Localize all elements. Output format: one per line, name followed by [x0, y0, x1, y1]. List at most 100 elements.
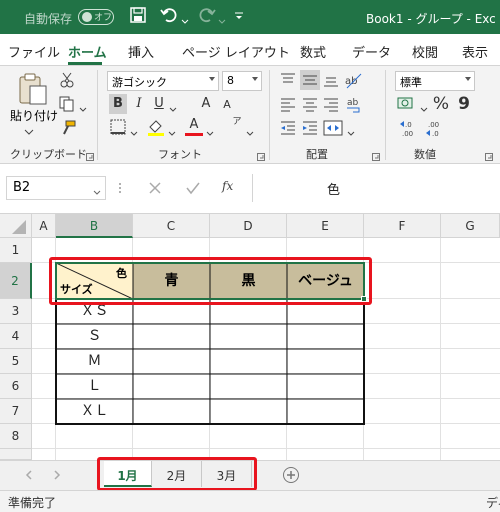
align-middle-icon[interactable] — [300, 70, 320, 90]
font-launcher-icon[interactable] — [257, 150, 265, 161]
group-separator — [269, 70, 270, 160]
group-separator — [97, 70, 98, 160]
alignment-launcher-icon[interactable] — [372, 150, 380, 161]
align-right-icon[interactable] — [322, 96, 340, 112]
decrease-indent-icon[interactable] — [279, 120, 297, 136]
increase-indent-icon[interactable] — [301, 120, 319, 136]
table-borders — [55, 262, 365, 425]
font-color-button[interactable]: A — [186, 117, 202, 133]
clipboard-launcher-icon[interactable] — [86, 150, 94, 161]
increase-decimal-icon[interactable]: .0.00 — [398, 119, 420, 138]
fill-handle[interactable] — [361, 296, 367, 302]
phonetic-button[interactable]: ア — [230, 118, 244, 136]
align-top-icon[interactable] — [279, 72, 297, 88]
enter-icon[interactable] — [186, 181, 200, 195]
svg-text:.0: .0 — [405, 121, 412, 129]
svg-text:ab: ab — [345, 76, 357, 87]
autosave-toggle[interactable]: オフ — [78, 9, 114, 25]
tab-formulas[interactable]: 数式 — [300, 42, 326, 61]
scroll-right-icon[interactable] — [52, 469, 62, 481]
align-center-icon[interactable] — [301, 96, 319, 112]
scroll-left-icon[interactable] — [24, 469, 34, 481]
font-size-combo[interactable]: 8 — [222, 71, 262, 91]
formula-bar-grip-icon — [118, 180, 122, 196]
tab-data[interactable]: データ — [352, 42, 391, 61]
paste-dropdown-icon[interactable] — [24, 124, 34, 135]
window-title: Book1 - グループ - Exc — [366, 12, 496, 26]
accounting-dropdown-icon[interactable] — [420, 102, 428, 112]
tab-file[interactable]: ファイル — [8, 42, 60, 61]
align-bottom-icon[interactable] — [322, 72, 340, 88]
customize-toolbar-icon[interactable] — [234, 10, 244, 20]
italic-button[interactable]: I — [131, 94, 147, 114]
tab-home[interactable]: ホーム — [68, 42, 107, 61]
font-color-dropdown-icon[interactable] — [206, 126, 214, 136]
status-ready: 準備完了 — [8, 496, 57, 510]
undo-dropdown-icon[interactable] — [181, 14, 189, 24]
borders-icon[interactable] — [110, 119, 126, 135]
name-box-value: B2 — [13, 180, 31, 195]
formula-input[interactable]: 色 — [252, 174, 500, 202]
chevron-down-icon — [252, 77, 258, 81]
number-launcher-icon[interactable] — [485, 150, 493, 161]
grow-font-button[interactable]: A — [198, 94, 214, 114]
fill-color-icon[interactable] — [147, 118, 165, 136]
name-box[interactable]: B2 — [6, 176, 106, 200]
font-size-value: 8 — [227, 74, 234, 87]
status-right: ディ — [486, 496, 500, 510]
tab-review[interactable]: 校閲 — [412, 42, 438, 61]
number-group-label: 数値 — [414, 148, 436, 161]
alignment-group-label: 配置 — [306, 148, 328, 161]
fill-color-dropdown-icon[interactable] — [168, 126, 176, 136]
merge-dropdown-icon[interactable] — [347, 126, 355, 136]
worksheet-grid[interactable]: A B C D E F G 1 2 3 4 5 6 7 8 色 サイズ 青 黒 … — [0, 214, 500, 460]
tab-view[interactable]: 表示 — [462, 42, 488, 61]
toggle-knob — [82, 12, 92, 22]
cut-icon[interactable] — [60, 72, 74, 88]
paste-icon[interactable] — [16, 72, 48, 106]
undo-icon[interactable] — [160, 6, 178, 24]
font-group-label: フォント — [158, 148, 202, 161]
paste-label[interactable]: 貼り付け — [10, 107, 58, 124]
svg-text:ab: ab — [347, 98, 359, 108]
selection-outline — [55, 262, 365, 300]
merge-center-icon[interactable] — [322, 118, 344, 138]
comma-style-button[interactable]: 9 — [456, 94, 472, 114]
group-separator — [385, 70, 386, 160]
cancel-icon[interactable] — [148, 181, 162, 195]
underline-dropdown-icon[interactable] — [169, 102, 177, 112]
tab-insert[interactable]: 挿入 — [128, 42, 154, 61]
redo-icon[interactable] — [198, 6, 216, 24]
tab-page-layout[interactable]: ページ レイアウト — [182, 42, 290, 61]
chevron-down-icon — [93, 185, 101, 195]
font-name-combo[interactable]: 游ゴシック — [107, 71, 219, 91]
wrap-text-icon[interactable]: ab — [343, 94, 365, 114]
bold-button[interactable]: B — [109, 94, 127, 114]
ribbon: 貼り付け クリップボード 游ゴシック 8 B I U A A A ア フォント … — [0, 66, 500, 164]
orientation-icon[interactable]: ab — [343, 70, 365, 90]
underline-button[interactable]: U — [151, 94, 167, 114]
decrease-decimal-icon[interactable]: .00.0 — [424, 119, 446, 138]
insert-function-button[interactable]: fx — [222, 179, 233, 193]
tab-home-underline — [68, 62, 102, 65]
shrink-font-button[interactable]: A — [220, 96, 234, 114]
number-format-combo[interactable]: 標準 — [395, 71, 475, 91]
copy-icon[interactable] — [59, 96, 77, 112]
font-name-value: 游ゴシック — [112, 76, 167, 89]
sheet-tab-march[interactable]: 3月 — [202, 461, 252, 487]
copy-dropdown-icon[interactable] — [79, 102, 87, 112]
percent-style-button[interactable]: % — [432, 94, 450, 114]
redo-dropdown-icon[interactable] — [218, 14, 226, 24]
autosave-label: 自動保存 — [24, 12, 73, 26]
sheet-tab-january[interactable]: 1月 — [104, 461, 152, 487]
clipboard-group-label: クリップボード — [10, 148, 87, 161]
format-painter-icon[interactable] — [60, 120, 76, 136]
sheet-tab-february[interactable]: 2月 — [152, 461, 202, 487]
borders-dropdown-icon[interactable] — [130, 126, 138, 136]
add-sheet-icon[interactable] — [282, 466, 300, 484]
accounting-format-icon[interactable] — [396, 94, 418, 114]
number-format-value: 標準 — [400, 76, 422, 89]
align-left-icon[interactable] — [279, 96, 297, 112]
save-icon[interactable] — [130, 7, 146, 23]
phonetic-dropdown-icon[interactable] — [246, 126, 254, 136]
